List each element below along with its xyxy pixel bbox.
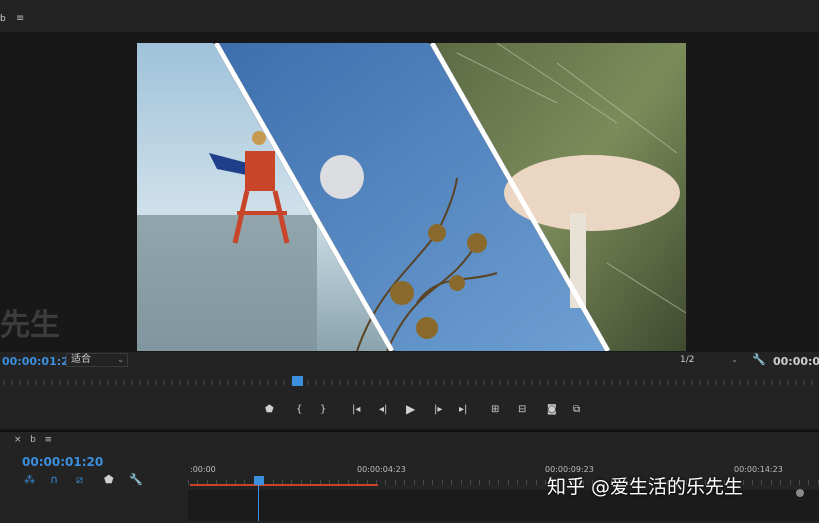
timeline-tab-label: b <box>30 435 36 445</box>
monitor-time-ruler[interactable]: /* ticks drawn below */ <box>0 371 819 389</box>
magnet-icon[interactable]: ∩ <box>50 473 58 486</box>
ruler-tick <box>808 480 810 485</box>
mark-in-icon[interactable]: { <box>296 404 302 415</box>
ruler-tick <box>517 480 518 485</box>
step-back-icon[interactable]: ◂| <box>379 404 387 415</box>
wrench-icon[interactable]: 🔧 <box>752 353 766 366</box>
ruler-tick <box>188 480 189 485</box>
ruler-tick <box>761 480 763 485</box>
step-forward-icon[interactable]: |▸ <box>434 404 442 415</box>
ruler-tick <box>394 480 396 485</box>
ruler-tick <box>780 480 782 485</box>
zoom-fit-label: 适合 <box>71 354 91 365</box>
wrench-icon[interactable]: 🔧 <box>129 473 143 486</box>
linked-selection-icon[interactable]: ⧄ <box>76 473 83 487</box>
go-to-in-icon[interactable]: |◂ <box>352 404 360 415</box>
work-area-bar[interactable] <box>190 484 378 486</box>
marker-icon[interactable]: ⬟ <box>265 404 274 415</box>
ruler-tick <box>799 480 800 485</box>
timeline-tab[interactable]: × b ≡ <box>14 435 52 445</box>
background-watermark: 先生 <box>0 308 60 343</box>
ruler-tick <box>432 480 434 485</box>
close-icon[interactable]: × <box>14 435 22 445</box>
ruler-label: 00:00:04:23 <box>357 465 406 474</box>
ruler-tick <box>752 480 753 485</box>
extract-icon[interactable]: ⊟ <box>518 404 526 415</box>
lift-icon[interactable]: ⊞ <box>491 404 499 415</box>
go-to-out-icon[interactable]: ▸| <box>459 404 467 415</box>
timeline-playhead-line <box>258 485 259 521</box>
chevron-down-icon: ⌄ <box>117 355 124 364</box>
timeline-timecode[interactable]: 00:00:01:20 <box>22 455 103 469</box>
ruler-tick <box>526 480 528 485</box>
ruler-tick <box>535 480 537 485</box>
ruler-label: :00:00 <box>190 465 216 474</box>
zhihu-watermark: 知乎 @爱生活的乐先生 <box>547 476 744 498</box>
camera-icon[interactable]: ◙ <box>547 404 557 415</box>
panel-title: b <box>0 14 6 24</box>
video-frame-image <box>137 43 686 351</box>
play-icon[interactable]: ▶ <box>406 402 415 416</box>
ruler-tick <box>460 480 462 485</box>
ruler-tick <box>404 480 406 485</box>
playback-resolution-select[interactable]: 1/2 ⌄ <box>677 353 741 367</box>
mark-out-icon[interactable]: } <box>320 404 326 415</box>
ruler-tick <box>451 480 453 485</box>
ruler-tick <box>385 480 387 485</box>
snap-icon[interactable]: ⁂ <box>24 473 35 486</box>
ruler-tick <box>470 480 471 485</box>
ruler-tick <box>423 480 424 485</box>
hamburger-icon[interactable]: ≡ <box>16 13 24 24</box>
ruler-tick <box>789 480 791 485</box>
chevron-down-icon: ⌄ <box>731 355 738 364</box>
zoom-fit-select[interactable]: 适合 ⌄ <box>66 353 128 367</box>
monitor-playhead[interactable] <box>292 376 303 386</box>
add-marker-icon[interactable]: ⬟ <box>104 473 114 486</box>
hamburger-icon[interactable]: ≡ <box>44 435 52 445</box>
ruler-tick <box>479 480 481 485</box>
compare-icon[interactable]: ⧉ <box>573 404 580 415</box>
moon <box>320 155 364 199</box>
duration-timecode: 00:00:05 <box>773 355 819 368</box>
resolution-label: 1/2 <box>680 355 695 365</box>
ruler-tick <box>441 480 443 485</box>
video-frame <box>137 43 686 351</box>
ruler-tick <box>488 480 490 485</box>
ruler-tick <box>498 480 500 485</box>
ruler-tick <box>507 480 509 485</box>
scroll-handle[interactable] <box>796 489 804 497</box>
ruler-tick <box>413 480 415 485</box>
timeline-playhead[interactable] <box>254 476 264 485</box>
ruler-tick <box>770 480 772 485</box>
